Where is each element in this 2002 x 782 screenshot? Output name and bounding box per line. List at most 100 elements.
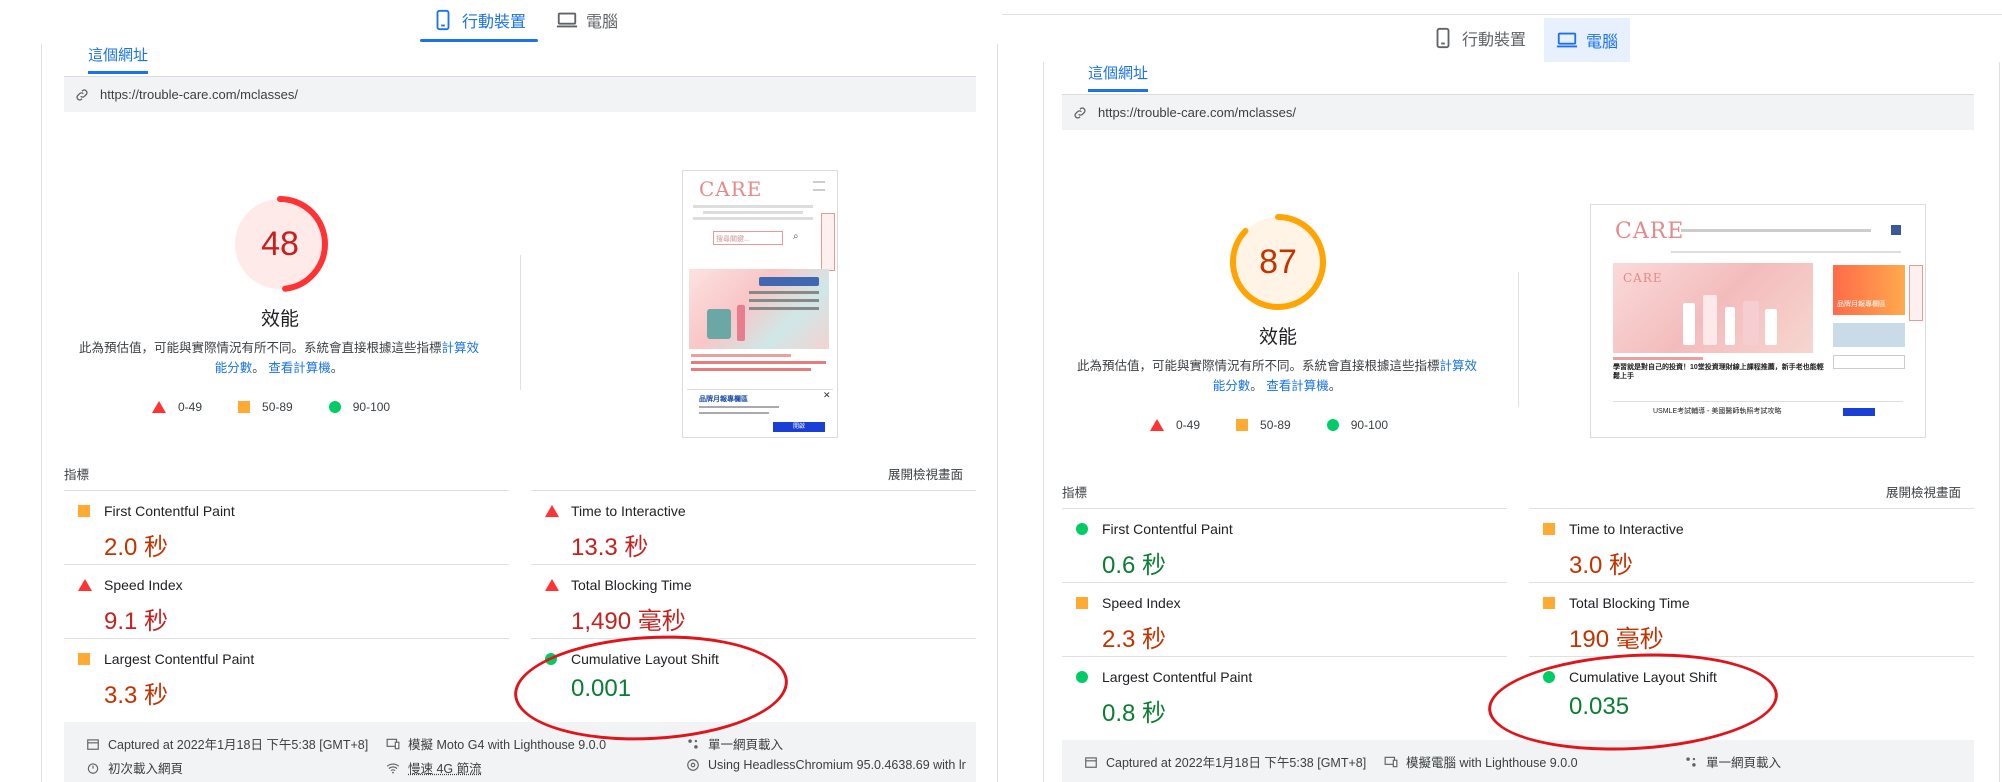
side-banner (821, 213, 835, 271)
metric-tti-value: 3.0 秒 (1569, 552, 1634, 579)
tab-this-url[interactable]: 這個網址 (88, 44, 149, 74)
wifi-icon (386, 762, 400, 774)
side-banner (1909, 265, 1923, 321)
side-ad: 品牌月報專欄區 (1833, 265, 1905, 315)
devices-icon (1384, 756, 1398, 767)
article-image (689, 269, 829, 349)
square-icon (238, 401, 251, 413)
expand-view-toggle[interactable]: 展開檢視畫面 (888, 464, 963, 483)
close-icon: ✕ (823, 390, 831, 400)
metric-si-label: Speed Index (104, 577, 183, 593)
footer-emulated: 模擬電腦 with Lighthouse 9.0.0 (1384, 752, 1578, 771)
metrics-label: 指標 (1062, 486, 1088, 500)
performance-gauge: 48 (230, 194, 330, 294)
metric-lcp: Largest Contentful Paint 3.3 秒 (64, 638, 509, 712)
desktop-headline: 學習就是對自己的投資！10堂投資理財線上課程推薦，新手老也能輕鬆上手 (1613, 364, 1824, 380)
page-screenshot[interactable]: CARE CARE 品牌月報專欄區 學習就是對自己的投資！10堂投資理財線上課程… (1590, 204, 1926, 438)
runtime-settings-footer: Captured at 2022年1月18日 下午5:38 [GMT+8] 模擬… (64, 722, 976, 782)
desc-text: 此為預估值，可能與實際情況有所不同。系統會直接根據這些指標 (78, 341, 442, 355)
footer-captured: Captured at 2022年1月18日 下午5:38 [GMT+8] (1084, 752, 1366, 771)
mobile-report-panel: 行動裝置 電腦 這個網址 https://trouble-care.com/mc… (0, 0, 1000, 782)
metric-fcp-value: 0.6 秒 (1102, 552, 1167, 579)
runtime-settings-footer: Captured at 2022年1月18日 下午5:38 [GMT+8] 模擬… (1062, 740, 1974, 782)
metric-si-label: Speed Index (1102, 595, 1181, 611)
desc-middle: 。 (252, 361, 265, 375)
device-tabs: 行動裝置 電腦 (1420, 18, 1631, 62)
score-legend: 0-49 50-89 90-100 (152, 400, 390, 414)
page-url: https://trouble-care.com/mclasses/ (1098, 105, 1296, 120)
tab-desktop[interactable]: 電腦 (544, 0, 630, 40)
pass-circle-icon (1076, 671, 1088, 683)
divider (1518, 272, 1519, 407)
url-bar: https://trouble-care.com/mclasses/ (64, 76, 976, 112)
active-tab-indicator (420, 39, 539, 42)
legend-fail-label: 0-49 (178, 400, 203, 414)
performance-score: 87 (1259, 242, 1297, 281)
search-icon: ⌕ (793, 231, 799, 242)
metrics-label: 指標 (64, 468, 90, 482)
tab-mobile[interactable]: 行動裝置 (1420, 18, 1538, 58)
smartphone-icon (1436, 27, 1450, 49)
footer-initial: 初次載入網頁 (86, 758, 183, 777)
tab-mobile-label: 行動裝置 (1462, 32, 1527, 49)
metric-tbt-label: Total Blocking Time (571, 577, 692, 593)
tab-desktop-label: 電腦 (1586, 34, 1619, 51)
metric-lcp-value: 3.3 秒 (104, 682, 169, 709)
desc-end: 。 (330, 361, 344, 375)
average-square-icon (78, 505, 90, 517)
legend-fail: 0-49 (1150, 418, 1200, 432)
view-calculator-link[interactable]: 查看計算機 (268, 361, 331, 375)
view-calculator-link[interactable]: 查看計算機 (1266, 379, 1329, 393)
metric-fcp-label: First Contentful Paint (1102, 521, 1233, 537)
metric-fcp-value: 2.0 秒 (104, 534, 169, 561)
laptop-icon (556, 12, 578, 28)
desktop-report-panel: 行動裝置 電腦 這個網址 https://trouble-care.com/mc… (1002, 0, 2002, 782)
browser-text: Using HeadlessChromium 95.0.4638.69 with… (708, 758, 966, 772)
legend-pass-label: 90-100 (352, 400, 391, 414)
tab-desktop[interactable]: 電腦 (1544, 18, 1631, 62)
calendar-icon (87, 738, 99, 750)
metric-tti-label: Time to Interactive (571, 503, 686, 519)
timer-icon (87, 762, 99, 774)
metric-tbt: Total Blocking Time 190 毫秒 (1529, 582, 1974, 656)
average-square-icon (1076, 597, 1088, 609)
page-screenshot[interactable]: CARE 搜尋關鍵... ⌕ 品牌月報專欄區 開啟 ✕ (682, 170, 838, 438)
fail-triangle-icon (545, 579, 559, 591)
site-logo: CARE (1615, 219, 1685, 244)
tab-this-url-label: 這個網址 (88, 47, 149, 64)
desktop-footer-ad-text: USMLE考試輔導 - 美國醫師執照考試攻略 (1653, 408, 1782, 415)
gauge-title: 效能 (1258, 327, 1297, 348)
mobile-ad-button: 開啟 (773, 422, 825, 432)
legend-average: 50-89 (238, 400, 293, 414)
laptop-icon (1556, 32, 1578, 48)
site-logo: CARE (699, 177, 763, 201)
captured-text: Captured at 2022年1月18日 下午5:38 [GMT+8] (108, 738, 369, 752)
tab-mobile-label: 行動裝置 (462, 14, 527, 31)
tab-mobile[interactable]: 行動裝置 (420, 0, 539, 42)
legend-fail: 0-49 (152, 400, 202, 414)
performance-score: 48 (261, 224, 299, 263)
article-image: CARE (1613, 263, 1813, 353)
legend-fail-label: 0-49 (1176, 418, 1201, 432)
circle-icon (1326, 419, 1339, 431)
legend-average-label: 50-89 (1260, 418, 1291, 432)
metric-lcp-value: 0.8 秒 (1102, 700, 1167, 727)
expand-view-toggle[interactable]: 展開檢視畫面 (1886, 482, 1961, 501)
average-square-icon (1543, 597, 1555, 609)
link-icon (76, 88, 88, 101)
footer-single-load: 單一網頁載入 (1684, 752, 1781, 771)
metric-tbt-value: 1,490 毫秒 (571, 608, 686, 635)
metric-fcp-label: First Contentful Paint (104, 503, 235, 519)
metric-si-value: 2.3 秒 (1102, 626, 1167, 653)
calendar-icon (1085, 756, 1097, 768)
score-legend: 0-49 50-89 90-100 (1150, 418, 1388, 432)
desc-middle: 。 (1250, 379, 1263, 393)
link-icon (1074, 106, 1086, 119)
site-search-input: 搜尋關鍵... (713, 231, 783, 245)
single-load-text: 單一網頁載入 (1706, 756, 1782, 770)
tab-this-url[interactable]: 這個網址 (1088, 62, 1149, 92)
emulated-text: 模擬電腦 with Lighthouse 9.0.0 (1406, 756, 1578, 770)
fail-triangle-icon (78, 579, 92, 591)
metric-lcp-label: Largest Contentful Paint (1102, 669, 1253, 685)
throttle-link[interactable]: 慢速 4G 節流 (408, 758, 482, 777)
